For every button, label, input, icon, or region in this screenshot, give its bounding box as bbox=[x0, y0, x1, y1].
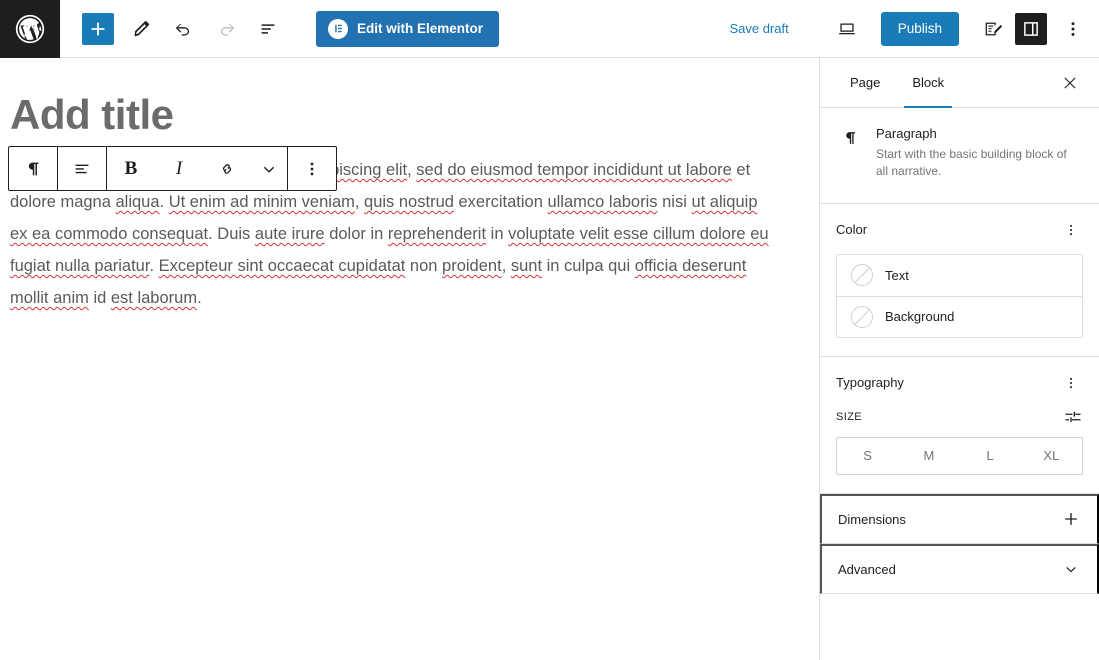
font-size-xl[interactable]: XL bbox=[1021, 438, 1082, 474]
color-row-background[interactable]: Background bbox=[837, 295, 1082, 337]
font-size-m[interactable]: M bbox=[898, 438, 959, 474]
block-options-button[interactable] bbox=[288, 147, 336, 190]
plus-icon bbox=[1061, 509, 1081, 529]
pilcrow-icon bbox=[28, 162, 39, 175]
align-left-icon bbox=[75, 164, 89, 173]
redo-arrow-icon bbox=[220, 23, 235, 36]
publish-button[interactable]: Publish bbox=[880, 11, 959, 46]
no-color-swatch-icon bbox=[851, 264, 873, 287]
font-size-label: SIZE bbox=[836, 410, 863, 423]
pen-icon bbox=[134, 20, 149, 36]
post-title-placeholder[interactable]: Add title bbox=[0, 58, 819, 138]
undo-arrow-icon bbox=[175, 23, 190, 36]
advanced-title: Advanced bbox=[838, 561, 896, 577]
undo-button[interactable] bbox=[166, 11, 202, 47]
close-x-icon[interactable] bbox=[1053, 58, 1087, 107]
more-vertical-icon bbox=[310, 162, 314, 175]
font-size-s[interactable]: S bbox=[837, 438, 898, 474]
typography-section-header: Typography bbox=[836, 371, 1083, 395]
redo-button[interactable] bbox=[208, 11, 244, 47]
tools-pen-button[interactable] bbox=[124, 11, 160, 47]
advanced-section-toggle[interactable]: Advanced bbox=[820, 543, 1099, 594]
typography-options-more-vertical-icon[interactable] bbox=[1059, 371, 1083, 395]
bold-button[interactable]: B bbox=[107, 147, 155, 190]
edit-with-elementor-label: Edit with Elementor bbox=[357, 21, 484, 36]
block-title: Paragraph bbox=[876, 126, 937, 141]
chevron-down-icon bbox=[263, 166, 275, 173]
block-options-group bbox=[288, 147, 336, 190]
link-icon bbox=[222, 163, 232, 174]
sidebar-tabs: Page Block bbox=[820, 58, 1099, 108]
editor-body: Add title Lorem ipsum dolor sit amet, co… bbox=[0, 58, 1099, 660]
font-size-l[interactable]: L bbox=[960, 438, 1021, 474]
color-options-list: Text Background bbox=[836, 253, 1083, 338]
edit-with-elementor-button[interactable]: Edit with Elementor bbox=[316, 10, 500, 47]
block-info-text: Paragraph Start with the basic building … bbox=[876, 126, 1081, 181]
color-text-label: Text bbox=[885, 267, 909, 283]
desktop-preview-icon bbox=[838, 23, 855, 34]
wordpress-block-editor: Edit with Elementor Save draft Publish A… bbox=[0, 0, 1099, 660]
color-row-text[interactable]: Text bbox=[837, 255, 1082, 296]
block-type-group bbox=[9, 147, 57, 190]
editor-canvas[interactable]: Add title Lorem ipsum dolor sit amet, co… bbox=[0, 58, 819, 660]
sliders-icon[interactable] bbox=[1063, 407, 1083, 427]
typography-section-title: Typography bbox=[836, 375, 904, 391]
list-view-icon bbox=[261, 23, 275, 34]
more-rich-text-button[interactable] bbox=[251, 147, 287, 190]
font-size-header: SIZE bbox=[836, 407, 1083, 427]
font-size-picker: S M L XL bbox=[836, 436, 1083, 475]
link-button[interactable] bbox=[203, 147, 251, 190]
block-type-paragraph-button[interactable] bbox=[9, 147, 57, 190]
header-right-tools: Save draft Publish bbox=[719, 11, 1099, 47]
header-left-tools: Edit with Elementor bbox=[60, 10, 500, 47]
wordpress-logo-icon[interactable] bbox=[0, 0, 60, 58]
color-section-title: Color bbox=[836, 222, 868, 238]
dimensions-section-toggle[interactable]: Dimensions bbox=[820, 493, 1099, 544]
save-draft-button[interactable]: Save draft bbox=[719, 15, 798, 42]
color-section-header: Color bbox=[836, 218, 1083, 242]
no-color-swatch-icon bbox=[851, 305, 873, 328]
block-inserter-button[interactable] bbox=[82, 12, 114, 45]
italic-button[interactable]: I bbox=[155, 147, 203, 190]
align-group bbox=[58, 147, 106, 190]
color-background-label: Background bbox=[885, 309, 955, 325]
list-view-button[interactable] bbox=[250, 11, 286, 47]
block-description: Start with the basic building block of a… bbox=[876, 147, 1067, 179]
dimensions-title: Dimensions bbox=[838, 511, 906, 527]
color-options-more-vertical-icon[interactable] bbox=[1059, 218, 1083, 242]
block-toolbar: B I bbox=[8, 146, 337, 191]
sidebar-panel-icon[interactable] bbox=[1015, 12, 1047, 45]
editor-header: Edit with Elementor Save draft Publish bbox=[0, 0, 1099, 58]
pilcrow-icon bbox=[838, 126, 862, 181]
tab-page[interactable]: Page bbox=[834, 58, 896, 107]
preview-button[interactable] bbox=[829, 11, 865, 47]
settings-sidebar: Page Block Paragraph Start with the basi… bbox=[819, 58, 1099, 660]
edit-document-icon[interactable] bbox=[977, 13, 1009, 45]
color-section: Color Text Background bbox=[820, 204, 1099, 357]
rich-text-group: B I bbox=[107, 147, 287, 190]
more-vertical-icon[interactable] bbox=[1059, 13, 1087, 45]
chevron-down-icon bbox=[1061, 559, 1081, 579]
typography-section: Typography SIZE S M L XL bbox=[820, 357, 1099, 494]
tab-block[interactable]: Block bbox=[896, 58, 960, 108]
elementor-logo-icon bbox=[328, 18, 348, 39]
align-text-button[interactable] bbox=[58, 147, 106, 190]
block-info-card: Paragraph Start with the basic building … bbox=[820, 108, 1099, 204]
